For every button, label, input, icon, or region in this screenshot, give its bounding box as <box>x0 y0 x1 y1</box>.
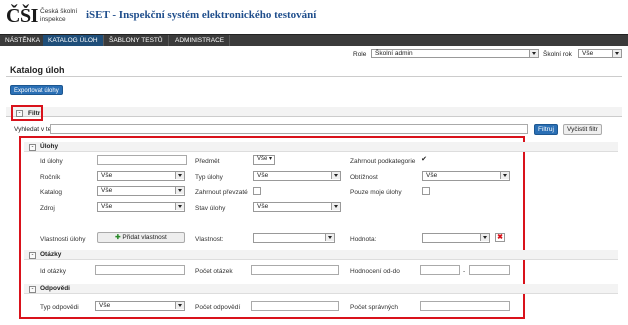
hodnoceni-do-input[interactable] <box>469 265 510 275</box>
otazky-collapse-toggle[interactable]: - <box>29 252 36 259</box>
chevron-down-icon <box>529 50 538 57</box>
zahrnout-prevzate-label: Zahrnout převzaté <box>195 189 248 196</box>
chevron-down-icon <box>175 187 184 194</box>
rocnik-select[interactable]: Vše <box>97 171 185 181</box>
chevron-down-icon <box>175 302 184 309</box>
zahrnout-prevzate-checkbox[interactable] <box>253 187 261 195</box>
chevron-down-icon <box>175 172 184 179</box>
filter-apply-button[interactable]: Filtruj <box>534 124 558 135</box>
divider <box>6 76 622 77</box>
search-input[interactable] <box>50 124 528 134</box>
odpovedi-collapse-toggle[interactable]: - <box>29 286 36 293</box>
page-title: Katalog úloh <box>10 65 65 75</box>
range-dash: - <box>463 268 466 275</box>
add-property-button[interactable]: ✚ Přidat vlastnost <box>97 232 185 243</box>
id-ulohy-label: Id úlohy <box>40 158 63 165</box>
filter-collapse-toggle[interactable]: - <box>16 110 23 117</box>
chevron-down-icon <box>331 172 340 179</box>
obtiznost-label: Obtížnost <box>350 174 378 181</box>
tab-katalog-uloh[interactable]: KATALOG ÚLOH <box>43 35 104 46</box>
id-otazky-input[interactable] <box>95 265 185 275</box>
vlastnost-select[interactable] <box>253 233 335 243</box>
pocet-otazek-input[interactable] <box>251 265 339 275</box>
main-nav: NÁSTĚNKA KATALOG ÚLOH ŠABLONY TESTŮ ADMI… <box>0 34 628 46</box>
chevron-down-icon <box>331 203 340 210</box>
filter-clear-button[interactable]: Vyčistit filtr <box>563 124 602 135</box>
otazky-title: Otázky <box>40 251 62 258</box>
chevron-down-icon <box>480 234 489 241</box>
typ-odpovedi-select[interactable]: Vše <box>95 301 185 311</box>
ulohy-collapse-toggle[interactable]: - <box>29 144 36 151</box>
hodnoceni-label: Hodnocení od-do <box>350 268 400 275</box>
pocet-spravnych-label: Počet správných <box>350 304 399 311</box>
chevron-down-icon <box>175 203 184 210</box>
hodnoceni-od-input[interactable] <box>420 265 460 275</box>
app-title: iSET - Inspekční systém elektronického t… <box>86 9 317 21</box>
tab-administrace[interactable]: ADMINISTRACE <box>170 35 231 46</box>
zdroj-label: Zdroj <box>40 205 55 212</box>
pocet-spravnych-input[interactable] <box>420 301 510 311</box>
zdroj-select[interactable]: Vše <box>97 202 185 212</box>
id-ulohy-input[interactable] <box>97 155 187 165</box>
csi-logo: ČŠI <box>6 5 38 27</box>
katalog-select[interactable]: Vše <box>97 186 185 196</box>
app-header: ČŠI Česká školní inspekce iSET - Inspekč… <box>0 0 628 34</box>
stav-ulohy-select[interactable]: Vše <box>253 202 341 212</box>
typ-ulohy-select[interactable]: Vše <box>253 171 341 181</box>
filter-header <box>6 107 622 117</box>
year-select[interactable]: Vše <box>578 49 622 58</box>
role-label: Role <box>353 51 367 58</box>
odpovedi-title: Odpovědi <box>40 285 70 292</box>
pouze-moje-checkbox[interactable] <box>422 187 430 195</box>
pocet-odpovedi-input[interactable] <box>251 301 339 311</box>
zahrnout-podkategorie-label: Zahrnout podkategorie <box>350 158 416 165</box>
pocet-otazek-label: Počet otázek <box>195 268 233 275</box>
ulohy-title: Úlohy <box>40 143 59 150</box>
role-select[interactable]: Školní admin <box>371 49 539 58</box>
id-otazky-label: Id otázky <box>40 268 67 275</box>
chevron-down-icon <box>325 234 334 241</box>
predmet-select[interactable]: Vše ▾ <box>253 155 275 165</box>
year-label: Školní rok <box>543 51 572 58</box>
typ-ulohy-label: Typ úlohy <box>195 174 223 181</box>
chevron-down-icon <box>500 172 509 179</box>
plus-icon: ✚ <box>115 234 121 241</box>
hodnota-select[interactable] <box>422 233 490 243</box>
pocet-odpovedi-label: Počet odpovědí <box>195 304 241 311</box>
section-odpovedi-header <box>24 284 618 294</box>
chevron-down-icon <box>612 50 621 57</box>
katalog-label: Katalog <box>40 189 63 196</box>
section-otazky-header <box>24 250 618 260</box>
hodnota-label: Hodnota: <box>350 236 377 243</box>
obtiznost-select[interactable]: Vše <box>422 171 510 181</box>
role-bar: Role Školní admin Školní rok Vše <box>0 49 628 61</box>
predmet-label: Předmět <box>195 158 220 165</box>
delete-property-button[interactable]: ✖ <box>495 233 505 242</box>
rocnik-label: Ročník <box>40 174 61 181</box>
filter-title: Filtr <box>28 110 41 117</box>
section-ulohy-header <box>24 142 618 152</box>
typ-odpovedi-label: Typ odpovědi <box>40 304 79 311</box>
vlastnosti-label: Vlastnosti úlohy <box>40 236 86 243</box>
logo-text: Česká školní inspekce <box>40 8 78 23</box>
tab-sablony-testu[interactable]: ŠABLONY TESTŮ <box>104 35 169 46</box>
stav-ulohy-label: Stav úlohy <box>195 205 226 212</box>
zahrnout-podkategorie-checkbox[interactable]: ✔ <box>420 156 428 164</box>
pouze-moje-label: Pouze moje úlohy <box>350 189 402 196</box>
tab-nastenka[interactable]: NÁSTĚNKA <box>0 35 47 46</box>
vlastnost-label: Vlastnost: <box>195 236 224 243</box>
export-button[interactable]: Exportovat úlohy <box>10 85 63 95</box>
